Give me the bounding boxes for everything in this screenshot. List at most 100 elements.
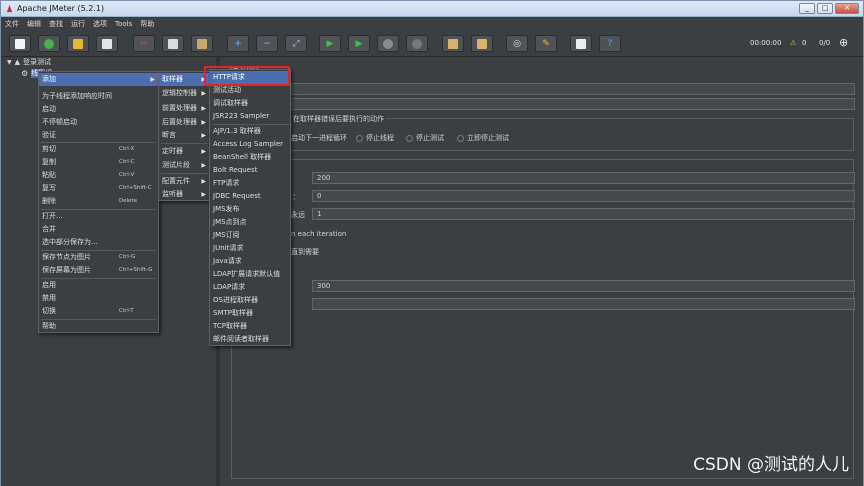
help-icon[interactable]: ? — [599, 35, 621, 52]
menu-item-add[interactable]: 添加 ▶ — [39, 73, 158, 86]
sampler-tcp[interactable]: TCP取样器 — [210, 320, 290, 333]
menu-item-validate[interactable]: 验证 — [39, 129, 158, 142]
menu-run[interactable]: 运行 — [71, 19, 85, 29]
radio-stop-test[interactable]: 停止测试 — [406, 133, 444, 143]
radio-stop-test-now[interactable]: 立即停止测试 — [457, 133, 509, 143]
submenu-item-pre-processor[interactable]: 前置处理器 ▶ — [159, 102, 209, 115]
menu-file[interactable]: 文件 — [5, 19, 19, 29]
start-no-pause-icon[interactable]: ▶ — [348, 35, 370, 52]
duration-input[interactable]: 300 — [312, 280, 855, 292]
radio-next-loop[interactable]: 启动下一进程循环 — [291, 133, 347, 143]
menu-item-open[interactable]: 打开... — [39, 210, 158, 223]
menu-item-enable[interactable]: 启用 — [39, 279, 158, 292]
copy-icon[interactable] — [162, 35, 184, 52]
threads-input[interactable]: 200 — [312, 172, 855, 184]
start-icon[interactable]: ▶ — [319, 35, 341, 52]
startup-delay-input[interactable] — [312, 298, 855, 310]
submenu-arrow-icon: ▶ — [201, 191, 206, 198]
sampler-debug[interactable]: 调试取样器 — [210, 97, 290, 110]
sampler-ftp[interactable]: FTP请求 — [210, 177, 290, 190]
menu-item-duplicate[interactable]: 复写 Ctrl+Shift-C — [39, 182, 158, 195]
tree-expand-icon[interactable]: ▼ — [7, 59, 12, 66]
sampler-mail-reader[interactable]: 邮件阅读者取样器 — [210, 333, 290, 346]
sampler-jsr223[interactable]: JSR223 Sampler — [210, 110, 290, 123]
collapse-icon[interactable]: − — [256, 35, 278, 52]
log-toggle-icon[interactable]: ⊕ — [839, 36, 848, 49]
elapsed-timer: 00:00:00 — [750, 39, 782, 47]
menu-item-save-node-image[interactable]: 保存节点为图片 Ctrl-G — [39, 251, 158, 264]
menu-help[interactable]: 帮助 — [140, 19, 154, 29]
clear-all-icon[interactable] — [471, 35, 493, 52]
menu-item-save-screen-image[interactable]: 保存屏幕为图片 Ctrl+Shift-G — [39, 264, 158, 277]
sampler-access-log[interactable]: Access Log Sampler — [210, 138, 290, 151]
loop-count-input[interactable]: 1 — [312, 208, 855, 220]
sampler-submenu: HTTP请求 测试活动 调试取样器 JSR223 Sampler AJP/1.3… — [209, 69, 291, 346]
clear-icon[interactable] — [442, 35, 464, 52]
submenu-item-listener[interactable]: 监听器 ▶ — [159, 188, 209, 201]
close-button[interactable]: ✕ — [835, 3, 859, 14]
submenu-item-timer[interactable]: 定时器 ▶ — [159, 145, 209, 158]
menu-item-paste[interactable]: 粘贴 Ctrl-V — [39, 169, 158, 182]
cut-icon[interactable]: ✂ — [133, 35, 155, 52]
submenu-arrow-icon: ▶ — [201, 105, 206, 112]
menu-edit[interactable]: 编辑 — [27, 19, 41, 29]
sampler-ajp[interactable]: AJP/1.3 取样器 — [210, 125, 290, 138]
open-icon[interactable] — [67, 35, 89, 52]
submenu-item-assertion[interactable]: 断言 ▶ — [159, 129, 209, 142]
sampler-jms-publish[interactable]: JMS发布 — [210, 203, 290, 216]
menu-item-delete[interactable]: 删除 Delete — [39, 195, 158, 208]
submenu-item-post-processor[interactable]: 后置处理器 ▶ — [159, 116, 209, 129]
menu-item-cut[interactable]: 剪切 Ctrl-X — [39, 143, 158, 156]
menu-item-add-think-times[interactable]: 为子线程添加响应时间 — [39, 90, 158, 103]
thread-properties-group — [231, 159, 854, 479]
new-icon[interactable] — [9, 35, 31, 52]
tree-root-label: 登录测试 — [23, 58, 52, 66]
sampler-smtp[interactable]: SMTP取样器 — [210, 307, 290, 320]
maximize-button[interactable]: □ — [817, 3, 833, 14]
submenu-item-config-element[interactable]: 配置元件 ▶ — [159, 175, 209, 188]
submenu-item-sampler[interactable]: 取样器 ▶ — [159, 73, 209, 86]
radio-stop-thread[interactable]: 停止线程 — [356, 133, 394, 143]
templates-icon[interactable] — [38, 35, 60, 52]
stop-icon[interactable] — [377, 35, 399, 52]
submenu-item-logic-controller[interactable]: 逻辑控制器 ▶ — [159, 87, 209, 100]
sampler-ldap-ext[interactable]: LDAP扩展请求默认值 — [210, 268, 290, 281]
menu-item-start-no-pause[interactable]: 不停顿启动 — [39, 116, 158, 129]
submenu-item-test-fragment[interactable]: 测试片段 ▶ — [159, 159, 209, 172]
menu-item-disable[interactable]: 禁用 — [39, 292, 158, 305]
sampler-junit[interactable]: JUnit请求 — [210, 242, 290, 255]
rampup-input[interactable]: 0 — [312, 190, 855, 202]
search-icon[interactable]: ◎ — [506, 35, 528, 52]
menu-item-start[interactable]: 启动 — [39, 103, 158, 116]
warning-icon[interactable]: ⚠ — [790, 39, 796, 47]
expand-icon[interactable]: + — [227, 35, 249, 52]
paste-icon[interactable] — [191, 35, 213, 52]
comments-field[interactable] — [291, 98, 855, 110]
sampler-jdbc[interactable]: JDBC Request — [210, 190, 290, 203]
sampler-jms-subscribe[interactable]: JMS订阅 — [210, 229, 290, 242]
menu-tools[interactable]: Tools — [115, 20, 132, 28]
minimize-button[interactable]: _ — [799, 3, 815, 14]
menu-search[interactable]: 查找 — [49, 19, 63, 29]
toggle-icon[interactable]: ⤢ — [285, 35, 307, 52]
menu-item-merge[interactable]: 合并 — [39, 223, 158, 236]
name-field[interactable] — [291, 83, 855, 95]
test-plan-icon: ▲ — [14, 58, 21, 66]
menu-item-toggle[interactable]: 切换 Ctrl-T — [39, 305, 158, 318]
menu-item-copy[interactable]: 复制 Ctrl-C — [39, 156, 158, 169]
sampler-bolt[interactable]: Bolt Request — [210, 164, 290, 177]
sampler-jms-p2p[interactable]: JMS点到点 — [210, 216, 290, 229]
sampler-os-process[interactable]: OS进程取样器 — [210, 294, 290, 307]
menu-item-help[interactable]: 帮助 — [39, 320, 158, 333]
menu-item-save-selection-as[interactable]: 选中部分保存为... — [39, 236, 158, 249]
shutdown-icon[interactable] — [406, 35, 428, 52]
tree-root[interactable]: ▼ ▲ 登录测试 — [7, 57, 51, 67]
submenu-arrow-icon: ▶ — [201, 90, 206, 97]
menu-options[interactable]: 选项 — [93, 19, 107, 29]
sampler-ldap[interactable]: LDAP请求 — [210, 281, 290, 294]
sampler-beanshell[interactable]: BeanShell 取样器 — [210, 151, 290, 164]
function-helper-icon[interactable] — [570, 35, 592, 52]
sampler-java[interactable]: Java请求 — [210, 255, 290, 268]
save-icon[interactable] — [96, 35, 118, 52]
reset-search-icon[interactable]: ✎ — [535, 35, 557, 52]
